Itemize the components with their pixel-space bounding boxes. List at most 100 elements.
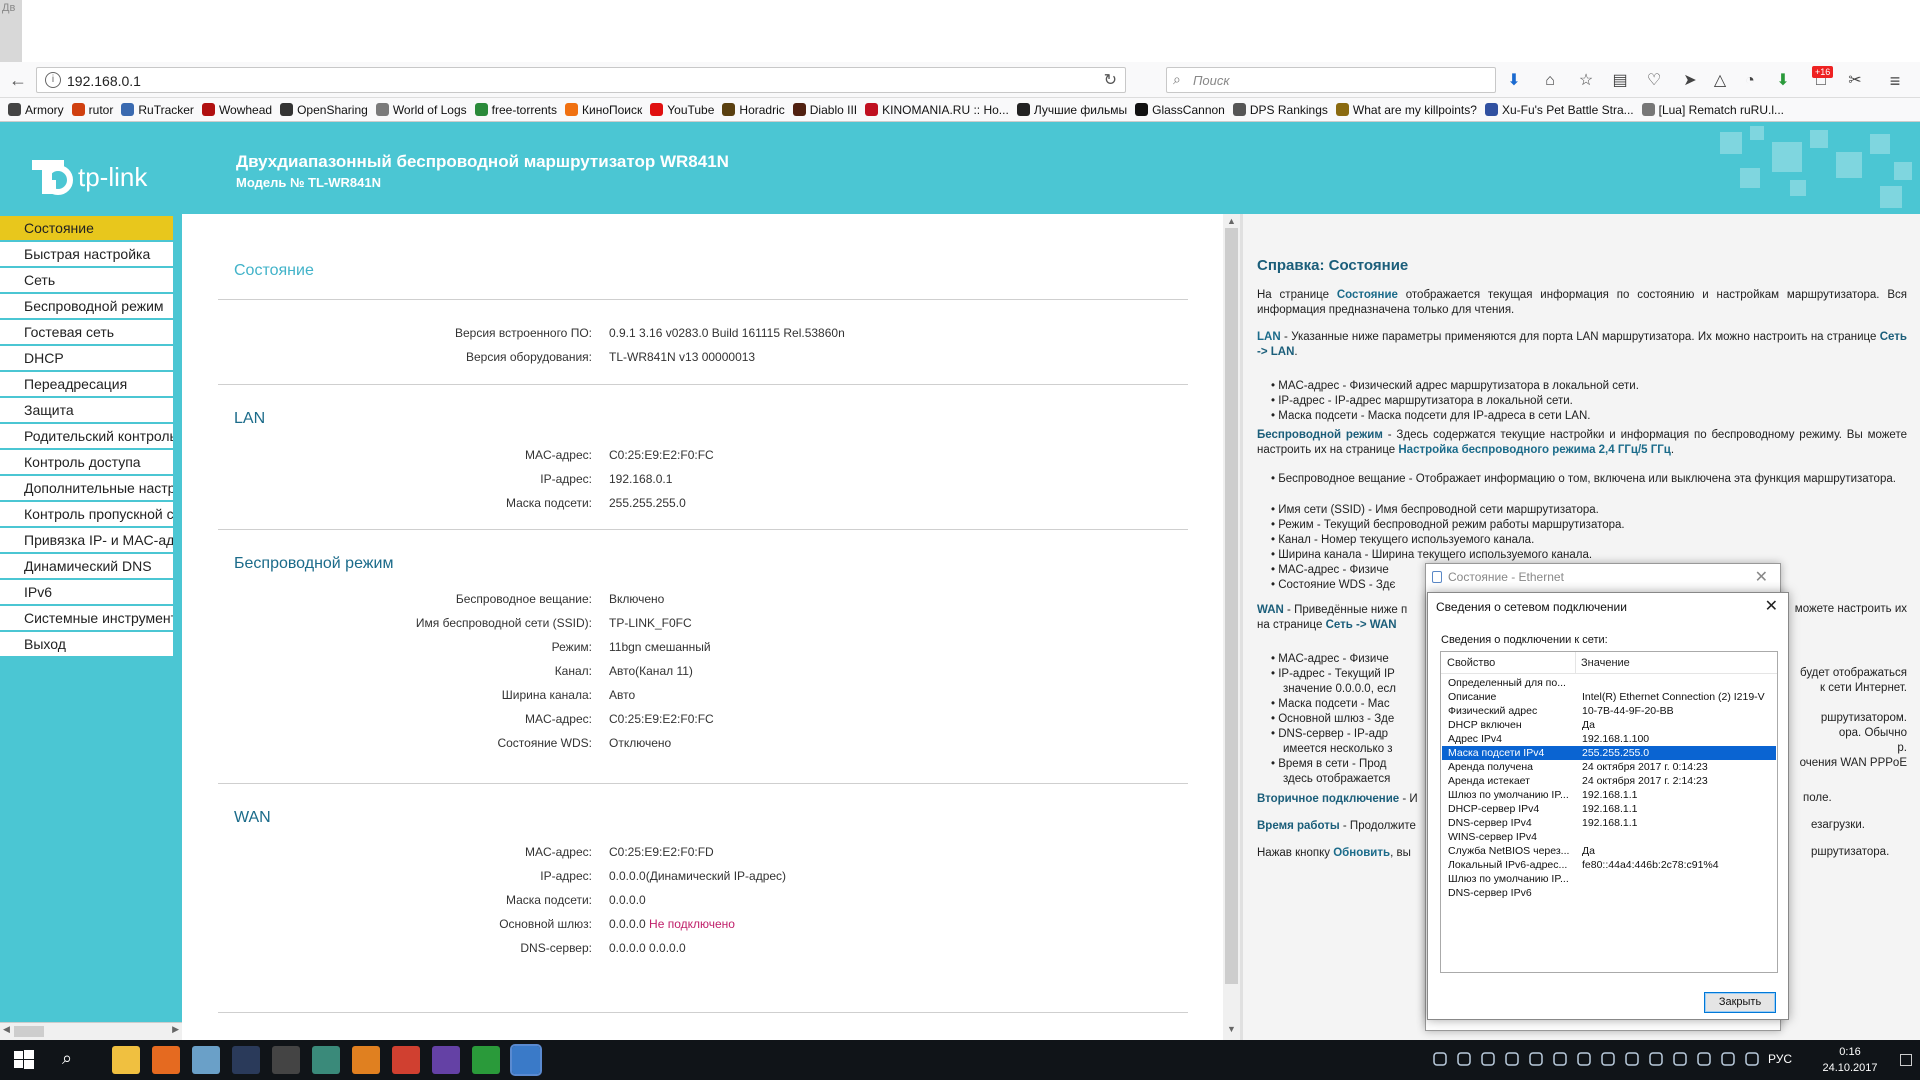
app-icon-6[interactable]: [312, 1046, 340, 1074]
screenshot-icon[interactable]: ✂: [1844, 70, 1866, 92]
site-info-icon[interactable]: i: [45, 72, 61, 88]
list-item[interactable]: DHCP включен Да: [1442, 718, 1776, 732]
sync-icon[interactable]: △: [1709, 70, 1731, 92]
list-item[interactable]: Шлюз по умолчанию IP...: [1442, 872, 1776, 886]
green-download-icon[interactable]: ⬇: [1772, 70, 1794, 92]
notifications-icon[interactable]: [1900, 1054, 1912, 1066]
discord-tray-icon[interactable]: [1504, 1052, 1520, 1068]
list-item[interactable]: Локальный IPv6-адрес... fe80::44a4:446b:2…: [1442, 858, 1776, 872]
bluetooth-tray-icon[interactable]: [1480, 1052, 1496, 1068]
sidebar-item[interactable]: IPv6: [0, 580, 173, 604]
app-tray-icon[interactable]: [1552, 1052, 1568, 1068]
list-item[interactable]: DHCP-сервер IPv4 192.168.1.1: [1442, 802, 1776, 816]
network-details-list[interactable]: Свойство Значение Определенный для по...…: [1440, 651, 1778, 973]
close-button[interactable]: Закрыть: [1704, 992, 1776, 1013]
bookmark-item[interactable]: DPS Rankings: [1225, 98, 1328, 122]
pocket-icon[interactable]: ♡: [1643, 70, 1665, 92]
scrollbar-thumb[interactable]: [1225, 228, 1238, 984]
list-item[interactable]: Описание Intel(R) Ethernet Connection (2)…: [1442, 690, 1776, 704]
sidebar-item[interactable]: DHCP: [0, 346, 173, 370]
library-icon[interactable]: ▤: [1609, 70, 1631, 92]
bookmark-item[interactable]: Xu-Fu's Pet Battle Stra...: [1477, 98, 1634, 122]
network-tray-icon[interactable]: [1456, 1052, 1472, 1068]
sidebar-item[interactable]: Беспроводной режим: [0, 294, 173, 318]
bookmark-item[interactable]: World of Logs: [368, 98, 467, 122]
reload-icon[interactable]: ↻: [1104, 70, 1117, 90]
bookmark-item[interactable]: OpenSharing: [272, 98, 368, 122]
language-indicator[interactable]: РУС: [1768, 1052, 1792, 1066]
history-icon[interactable]: ◔: [1739, 70, 1761, 92]
sidebar-item[interactable]: Сеть: [0, 268, 173, 292]
list-item[interactable]: Аренда получена 24 октября 2017 г. 0:14:2…: [1442, 760, 1776, 774]
bookmark-star-icon[interactable]: ☆: [1575, 70, 1597, 92]
gpu-tray-icon[interactable]: [1528, 1052, 1544, 1068]
bookmark-item[interactable]: Horadric: [714, 98, 785, 122]
sidebar-item[interactable]: Привязка IP- и MAC-адресов: [0, 528, 173, 552]
list-item[interactable]: Шлюз по умолчанию IP... 192.168.1.1: [1442, 788, 1776, 802]
sidebar-item[interactable]: Контроль пропускной способности: [0, 502, 173, 526]
sidebar-item[interactable]: Гостевая сеть: [0, 320, 173, 344]
bookmark-item[interactable]: GlassCannon: [1127, 98, 1225, 122]
list-item[interactable]: Физический адрес 10-7B-44-9F-20-BB: [1442, 704, 1776, 718]
clock[interactable]: 0:16 24.10.2017: [1818, 1044, 1882, 1076]
back-arrow-icon[interactable]: ←: [6, 68, 30, 92]
sidebar-item[interactable]: Контроль доступа: [0, 450, 173, 474]
close-icon[interactable]: ✕: [1765, 596, 1778, 616]
twitch-icon[interactable]: [432, 1046, 460, 1074]
media-player-icon[interactable]: [352, 1046, 380, 1074]
bookmark-item[interactable]: Лучшие фильмы: [1009, 98, 1127, 122]
list-item[interactable]: Аренда истекает 24 октября 2017 г. 2:14:2…: [1442, 774, 1776, 788]
bookmark-item[interactable]: rutor: [64, 98, 113, 122]
search-taskbar-icon[interactable]: ⌕: [62, 1048, 72, 1069]
column-header-value[interactable]: Значение: [1581, 657, 1630, 669]
list-item[interactable]: DNS-сервер IPv6: [1442, 886, 1776, 900]
list-item[interactable]: Определенный для по...: [1442, 676, 1776, 690]
windows-start-icon[interactable]: [14, 1050, 34, 1070]
network-status-tray-icon[interactable]: [1720, 1052, 1736, 1068]
list-item[interactable]: Адрес IPv4 192.168.1.100: [1442, 732, 1776, 746]
bookmark-item[interactable]: [Lua] Rematch ruRU.l...: [1634, 98, 1784, 122]
sidebar-horizontal-scrollbar[interactable]: ◀ ▶: [0, 1022, 182, 1040]
tray-icon[interactable]: [1672, 1052, 1688, 1068]
file-explorer-icon[interactable]: [112, 1046, 140, 1074]
bookmark-item[interactable]: КиноПоиск: [557, 98, 642, 122]
list-item[interactable]: Служба NetBIOS через... Да: [1442, 844, 1776, 858]
menu-hamburger-icon[interactable]: ≡: [1884, 70, 1906, 92]
app-icon-4[interactable]: [232, 1046, 260, 1074]
sidebar-item[interactable]: Дополнительные настройки: [0, 476, 173, 500]
scroll-left-icon[interactable]: ◀: [3, 1024, 10, 1035]
bookmark-item[interactable]: Diablo III: [785, 98, 857, 122]
sidebar-item[interactable]: Состояние: [0, 216, 173, 240]
list-item[interactable]: DNS-сервер IPv4 192.168.1.1: [1442, 816, 1776, 830]
bookmark-item[interactable]: Armory: [0, 98, 64, 122]
home-icon[interactable]: ⌂: [1539, 70, 1561, 92]
firefox-icon[interactable]: [152, 1046, 180, 1074]
download-icon[interactable]: ⬇: [1503, 70, 1525, 92]
chrome-icon[interactable]: [392, 1046, 420, 1074]
volume-tray-icon[interactable]: [1696, 1052, 1712, 1068]
column-header-property[interactable]: Свойство: [1447, 657, 1495, 669]
bookmark-item[interactable]: YouTube: [642, 98, 714, 122]
sync-tray-icon[interactable]: [1576, 1052, 1592, 1068]
send-icon[interactable]: ➤: [1679, 70, 1701, 92]
scroll-down-icon[interactable]: ▼: [1223, 1024, 1240, 1034]
bookmark-item[interactable]: free-torrents: [467, 98, 557, 122]
tray-icon[interactable]: [1744, 1052, 1760, 1068]
search-bar[interactable]: ⌕ Поиск: [1166, 67, 1496, 93]
sidebar-item[interactable]: Переадресация: [0, 372, 173, 396]
column-separator[interactable]: [1575, 652, 1576, 674]
network-app-icon[interactable]: [510, 1044, 542, 1076]
bookmark-item[interactable]: Wowhead: [194, 98, 272, 122]
bookmark-item[interactable]: KINOMANIA.RU :: Ho...: [857, 98, 1009, 122]
scroll-up-icon[interactable]: ▲: [1223, 216, 1240, 226]
utorrent-tray-icon[interactable]: [1648, 1052, 1664, 1068]
close-icon[interactable]: ✕: [1755, 567, 1768, 587]
scroll-right-icon[interactable]: ▶: [172, 1024, 179, 1035]
list-item[interactable]: WINS-сервер IPv4: [1442, 830, 1776, 844]
utorrent-icon[interactable]: [472, 1046, 500, 1074]
calculator-icon[interactable]: [272, 1046, 300, 1074]
browser-tab-stub[interactable]: Дв: [0, 0, 22, 62]
sidebar-item[interactable]: Выход: [0, 632, 173, 656]
bookmark-item[interactable]: RuTracker: [113, 98, 194, 122]
content-vertical-scrollbar[interactable]: ▲ ▼: [1223, 214, 1240, 1040]
